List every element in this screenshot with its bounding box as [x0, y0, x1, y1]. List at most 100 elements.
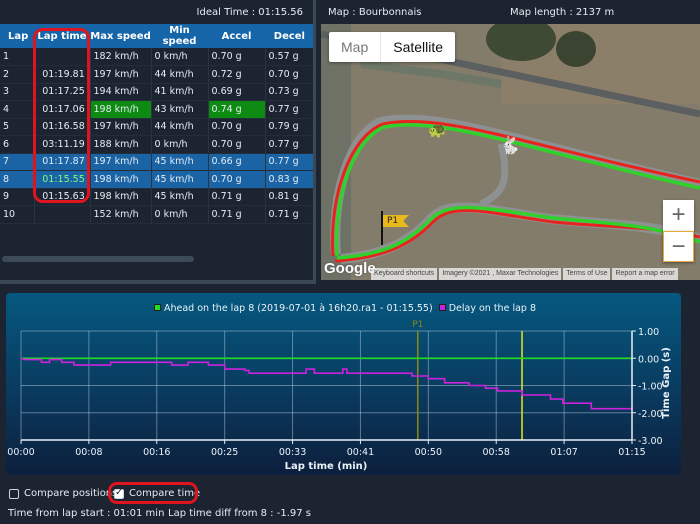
- cell-decel: 0.57 g: [265, 48, 314, 66]
- terms-of-use-link[interactable]: Terms of Use: [563, 268, 611, 280]
- y-tick-label: 0.00: [638, 354, 659, 365]
- column-header-min-speed[interactable]: Min speed: [151, 24, 208, 48]
- column-header-max-speed[interactable]: Max speed: [90, 24, 151, 48]
- x-tick-label: 00:50: [415, 447, 442, 458]
- map-type-satellite-button[interactable]: Satellite: [381, 32, 455, 62]
- cell-max-speed: 182 km/h: [90, 48, 152, 66]
- cell-max-speed: 152 km/h: [90, 205, 152, 224]
- flag-pole-icon: [381, 211, 383, 245]
- keyboard-shortcuts-link[interactable]: Keyboard shortcuts: [371, 268, 438, 280]
- cell-decel: 0.83 g: [265, 170, 314, 189]
- cell-min-speed: 45 km/h: [151, 188, 209, 206]
- cell-lap-number: 2: [0, 65, 35, 84]
- zoom-in-button[interactable]: +: [663, 200, 694, 231]
- cell-lap-number: 1: [0, 48, 35, 66]
- cell-accel: 0.74 g: [208, 100, 266, 119]
- cell-decel: 0.77 g: [265, 153, 314, 171]
- table-row[interactable]: 1 182 km/h 0 km/h 0.70 g 0.57 g: [0, 48, 314, 66]
- compare-positions-label: Compare positions: [24, 488, 118, 499]
- time-gap-chart: Ahead on the lap 8 (2019-07-01 à 16h20.r…: [6, 293, 681, 475]
- cell-max-speed: 198 km/h: [90, 100, 152, 119]
- satellite-map[interactable]: Map Satellite 🐢 🐇 P1 + − Google Keyboard…: [321, 24, 700, 280]
- cell-lap-number: 8: [0, 170, 35, 189]
- lap-table: Lap Lap time Max speed Min speed Accel D…: [0, 24, 314, 224]
- x-tick-label: 00:25: [211, 447, 238, 458]
- table-row[interactable]: 8 01:15.55 198 km/h 45 km/h 0.70 g 0.83 g: [0, 170, 314, 189]
- report-map-error-link[interactable]: Report a map error: [612, 268, 678, 280]
- compare-time-checkbox[interactable]: Compare time: [114, 487, 200, 499]
- imagery-credit: Imagery ©2021 , Maxar Technologies: [439, 268, 562, 280]
- cell-min-speed: 0 km/h: [151, 135, 209, 154]
- cell-decel: 0.77 g: [265, 135, 314, 154]
- table-row[interactable]: 6 03:11.19 188 km/h 0 km/h 0.70 g 0.77 g: [0, 135, 314, 154]
- map-panel: Map : Bourbonnais Map length : 2137 m Ma…: [319, 0, 700, 281]
- map-name: Map : Bourbonnais: [328, 7, 422, 18]
- series-delay-line: [20, 357, 632, 410]
- cell-max-speed: 197 km/h: [90, 65, 152, 84]
- column-header-accel[interactable]: Accel: [208, 24, 265, 48]
- cell-max-speed: 197 km/h: [90, 153, 152, 171]
- checkbox-unchecked-icon[interactable]: [9, 488, 19, 499]
- chart-plot[interactable]: P1 00:00 00:08 00:16 00:25 00:33 00:41 00:50 00…: [6, 293, 681, 475]
- turtle-marker-icon[interactable]: 🐢: [428, 123, 447, 138]
- cell-min-speed: 44 km/h: [151, 65, 209, 84]
- x-tick-label: 00:08: [75, 447, 102, 458]
- cell-lap-number: 7: [0, 153, 35, 171]
- vertical-scrollbar[interactable]: [313, 0, 316, 284]
- cell-accel: 0.66 g: [208, 153, 266, 171]
- checkbox-checked-icon[interactable]: [114, 487, 124, 499]
- map-attribution: Keyboard shortcuts Imagery ©2021 , Maxar…: [371, 268, 678, 280]
- cell-decel: 0.70 g: [265, 65, 314, 84]
- cell-lap-number: 10: [0, 205, 35, 224]
- map-type-control: Map Satellite: [329, 32, 456, 62]
- cell-accel: 0.71 g: [208, 188, 266, 206]
- lap-time-diff: Lap time diff from 8 : -1.97 s: [168, 508, 311, 519]
- compare-positions-checkbox[interactable]: Compare positions: [9, 488, 117, 499]
- cell-accel: 0.70 g: [208, 170, 266, 189]
- cell-decel: 0.81 g: [265, 188, 314, 206]
- zoom-out-button[interactable]: −: [663, 231, 694, 262]
- table-row[interactable]: 10 152 km/h 0 km/h 0.71 g 0.71 g: [0, 205, 314, 224]
- column-header-decel[interactable]: Decel: [265, 24, 313, 48]
- cell-min-speed: 0 km/h: [151, 205, 209, 224]
- table-header-row: Lap Lap time Max speed Min speed Accel D…: [0, 24, 313, 48]
- cell-lap-time: 01:17.25: [34, 83, 91, 101]
- cell-decel: 0.71 g: [265, 205, 314, 224]
- cell-lap-number: 6: [0, 135, 35, 154]
- map-type-map-button[interactable]: Map: [329, 32, 382, 62]
- cell-lap-time: 01:17.06: [34, 100, 91, 119]
- tree-cluster: [556, 31, 596, 67]
- table-row[interactable]: 9 01:15.63 198 km/h 45 km/h 0.71 g 0.81 g: [0, 188, 314, 206]
- cell-accel: 0.69 g: [208, 83, 266, 101]
- x-tick-label: 01:07: [550, 447, 577, 458]
- lap-marker-label: P1: [412, 320, 423, 330]
- table-row[interactable]: 5 01:16.58 197 km/h 44 km/h 0.70 g 0.79 g: [0, 118, 314, 136]
- rabbit-marker-icon[interactable]: 🐇: [499, 138, 520, 155]
- table-row[interactable]: 2 01:19.81 197 km/h 44 km/h 0.72 g 0.70 g: [0, 65, 314, 84]
- cell-lap-number: 5: [0, 118, 35, 136]
- y-tick-label: -2.00: [638, 409, 663, 420]
- table-row[interactable]: 3 01:17.25 194 km/h 41 km/h 0.69 g 0.73 g: [0, 83, 314, 101]
- cell-accel: 0.71 g: [208, 205, 266, 224]
- lap-analysis-window: Ideal Time : 01:15.56 Lap Lap time Max s…: [0, 0, 700, 524]
- table-row[interactable]: 4 01:17.06 198 km/h 43 km/h 0.74 g 0.77 g: [0, 100, 314, 119]
- horizontal-scrollbar[interactable]: [2, 256, 194, 262]
- x-tick-label: 00:16: [143, 447, 170, 458]
- y-tick-label: -1.00: [638, 382, 663, 393]
- x-tick-label: 01:15: [618, 447, 645, 458]
- x-tick-label: 00:00: [7, 447, 34, 458]
- cell-max-speed: 198 km/h: [90, 170, 152, 189]
- time-from-lap-start: Time from lap start : 01:01 min: [8, 508, 165, 519]
- cell-min-speed: 45 km/h: [151, 170, 209, 189]
- y-tick-label: 1.00: [638, 327, 659, 338]
- table-row[interactable]: 7 01:17.87 197 km/h 45 km/h 0.66 g 0.77 g: [0, 153, 314, 171]
- cell-min-speed: 43 km/h: [151, 100, 209, 119]
- cell-lap-time: [34, 205, 91, 224]
- column-header-lap-time[interactable]: Lap time: [34, 24, 90, 48]
- cell-lap-time: 03:11.19: [34, 135, 91, 154]
- cell-max-speed: 197 km/h: [90, 118, 152, 136]
- column-header-lap[interactable]: Lap: [0, 24, 34, 48]
- cell-decel: 0.73 g: [265, 83, 314, 101]
- cell-min-speed: 41 km/h: [151, 83, 209, 101]
- y-axis-title: Time Gap (s): [661, 347, 672, 419]
